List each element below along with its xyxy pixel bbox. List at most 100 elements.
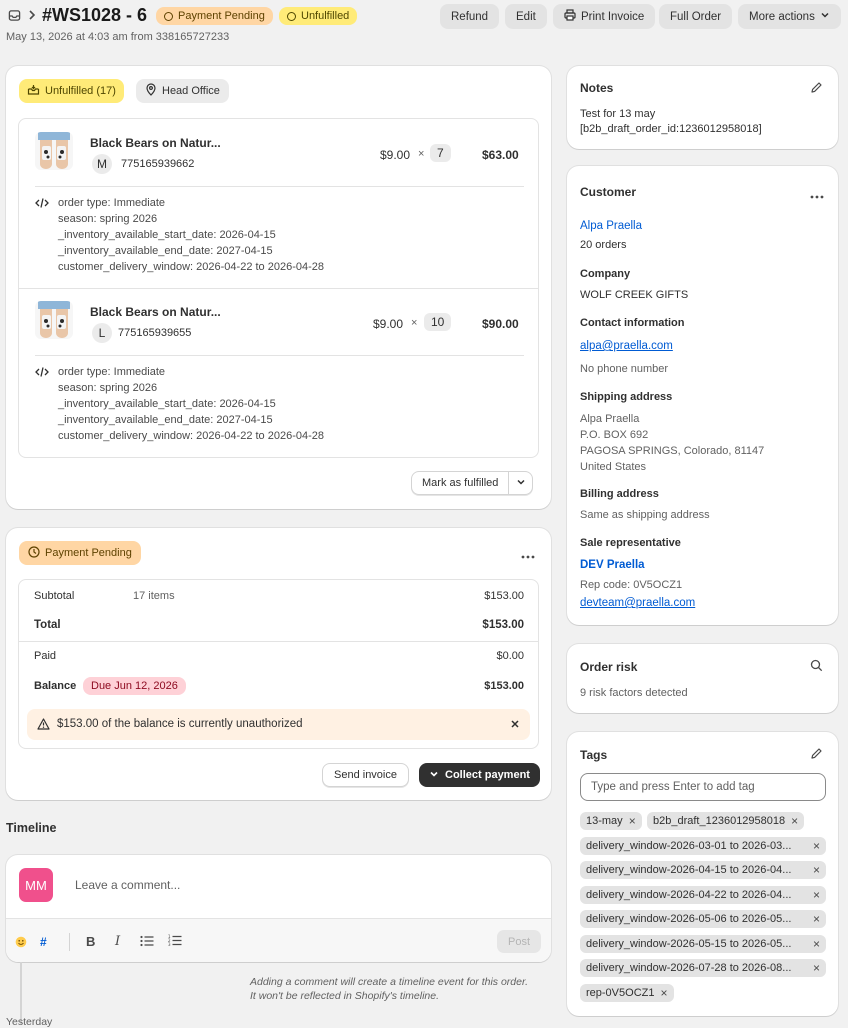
customer-name-link[interactable]: Alpa Praella	[580, 220, 642, 232]
contact-label: Contact information	[580, 317, 685, 329]
collect-payment-button[interactable]: Collect payment	[419, 763, 540, 787]
tag-remove-icon[interactable]: ×	[813, 912, 820, 926]
printer-icon	[564, 9, 576, 24]
location-badge: Head Office	[136, 79, 229, 103]
order-icon	[8, 9, 21, 25]
post-button[interactable]: Post	[497, 930, 541, 953]
tag-chip: delivery_window-2026-07-28 to 2026-08...…	[580, 959, 826, 977]
subtotal-label: Subtotal	[34, 590, 75, 602]
location-pin-icon	[145, 83, 157, 99]
company-label: Company	[580, 268, 631, 280]
tag-chip: delivery_window-2026-05-06 to 2026-05...…	[580, 910, 826, 928]
tags-title: Tags	[580, 748, 608, 762]
line-total: $90.00	[482, 317, 519, 331]
notes-title: Notes	[580, 81, 614, 95]
status-ring-icon	[164, 11, 173, 21]
timeline-note: Adding a comment will create a timeline …	[250, 976, 528, 1002]
svg-text:3: 3	[168, 942, 171, 947]
tags-card: Tags Type and press Enter to add tag 13-…	[567, 732, 838, 1016]
pencil-icon[interactable]	[810, 747, 823, 763]
more-actions-button[interactable]: More actions	[738, 4, 841, 29]
paid-value: $0.00	[496, 650, 524, 662]
customer-title: Customer	[580, 185, 637, 199]
edit-button[interactable]: Edit	[505, 4, 547, 29]
order-risk-card: Order risk 9 risk factors detected	[567, 644, 838, 713]
tag-remove-icon[interactable]: ×	[813, 961, 820, 975]
page-title: #WS1028 - 6	[42, 5, 148, 25]
variant-chip: M	[92, 154, 112, 174]
line-items-box: Black Bears on Natur... M 775165939662 $…	[18, 118, 539, 458]
unit-price: $9.00	[373, 317, 404, 331]
product-title[interactable]: Black Bears on Natur...	[90, 305, 221, 319]
mark-as-fulfilled-button[interactable]: Mark as fulfilled	[411, 471, 534, 495]
tag-input[interactable]: Type and press Enter to add tag	[580, 773, 826, 801]
fulfillment-card: Unfulfilled (17) Head Office Black Bears…	[6, 66, 551, 509]
product-thumbnail[interactable]	[35, 132, 73, 170]
properties-code-icon	[35, 366, 49, 381]
shipping-address: Alpa Praella P.O. BOX 692 PAGOSA SPRINGS…	[580, 413, 765, 473]
payment-menu-icon[interactable]	[521, 548, 535, 562]
product-thumbnail[interactable]	[35, 301, 73, 339]
unauthorized-warning-banner: $153.00 of the balance is currently unau…	[27, 709, 530, 740]
tag-remove-icon[interactable]: ×	[813, 839, 820, 853]
timeline-yesterday: Yesterday	[6, 1016, 53, 1028]
line-item-properties: order type: Immediate season: spring 202…	[58, 366, 324, 442]
order-risk-title: Order risk	[580, 660, 638, 674]
full-order-button[interactable]: Full Order	[659, 4, 733, 29]
tag-chip: delivery_window-2026-04-15 to 2026-04...…	[580, 861, 826, 879]
comment-input[interactable]: Leave a comment...	[75, 878, 180, 892]
tag-remove-icon[interactable]: ×	[813, 888, 820, 902]
breadcrumb-chevron-icon	[27, 8, 37, 25]
rep-email-link[interactable]: devteam@praella.com	[580, 597, 695, 609]
tag-chip: delivery_window-2026-04-22 to 2026-04...…	[580, 886, 826, 904]
payment-status-badge: Payment Pending	[156, 7, 273, 25]
bold-button[interactable]: B	[86, 934, 95, 949]
hashtag-button[interactable]: #	[40, 935, 47, 949]
subtotal-items: 17 items	[133, 590, 175, 602]
notes-line: Test for 13 may	[580, 108, 656, 120]
pencil-icon[interactable]	[810, 81, 823, 97]
balance-value: $153.00	[484, 680, 524, 692]
tag-chip: rep-0V5OCZ1 ×	[580, 984, 674, 1002]
send-invoice-button[interactable]: Send invoice	[322, 763, 409, 787]
risk-factors: 9 risk factors detected	[580, 687, 688, 699]
tag-remove-icon[interactable]: ×	[629, 814, 636, 828]
order-subtitle: May 13, 2026 at 4:03 am from 33816572723…	[6, 31, 230, 43]
properties-code-icon	[35, 197, 49, 212]
print-invoice-button[interactable]: Print Invoice	[553, 4, 656, 29]
close-icon[interactable]	[510, 718, 520, 732]
search-icon[interactable]	[810, 659, 823, 675]
company-value: WOLF CREEK GIFTS	[580, 289, 689, 301]
tag-remove-icon[interactable]: ×	[813, 863, 820, 877]
tag-chip: delivery_window-2026-05-15 to 2026-05...…	[580, 935, 826, 953]
variant-chip: L	[92, 323, 112, 343]
quantity-box: 7	[430, 144, 451, 162]
times-sign: ×	[418, 148, 425, 160]
balance-label: Balance	[34, 680, 77, 692]
payment-pending-badge: Payment Pending	[19, 541, 141, 565]
tag-chip: delivery_window-2026-03-01 to 2026-03...…	[580, 837, 826, 855]
tag-remove-icon[interactable]: ×	[813, 937, 820, 951]
tag-chip: 13-may ×	[580, 812, 642, 830]
bullet-list-icon[interactable]	[140, 935, 154, 950]
mark-fulfilled-dropdown[interactable]	[508, 472, 532, 494]
tag-remove-icon[interactable]: ×	[791, 814, 798, 828]
divider	[35, 355, 524, 356]
customer-card: Customer Alpa Praella 20 orders Company …	[567, 166, 838, 625]
billing-label: Billing address	[580, 488, 659, 500]
timeline-line	[20, 962, 22, 1024]
customer-menu-icon[interactable]	[810, 188, 824, 202]
numbered-list-icon[interactable]: 123	[168, 934, 182, 950]
italic-button[interactable]: I	[115, 934, 120, 949]
item-separator	[19, 288, 538, 289]
line-item-properties: order type: Immediate season: spring 202…	[58, 197, 324, 273]
tag-remove-icon[interactable]: ×	[660, 986, 667, 1000]
comment-toolbar: # B I 123 Post	[6, 918, 551, 962]
refund-button[interactable]: Refund	[440, 4, 500, 29]
total-label: Total	[34, 619, 61, 631]
sale-rep-name-link[interactable]: DEV Praella	[580, 559, 645, 571]
emoji-icon[interactable]	[15, 936, 27, 951]
customer-email-link[interactable]: alpa@praella.com	[580, 340, 673, 352]
product-title[interactable]: Black Bears on Natur...	[90, 136, 221, 150]
paid-label: Paid	[34, 650, 57, 662]
